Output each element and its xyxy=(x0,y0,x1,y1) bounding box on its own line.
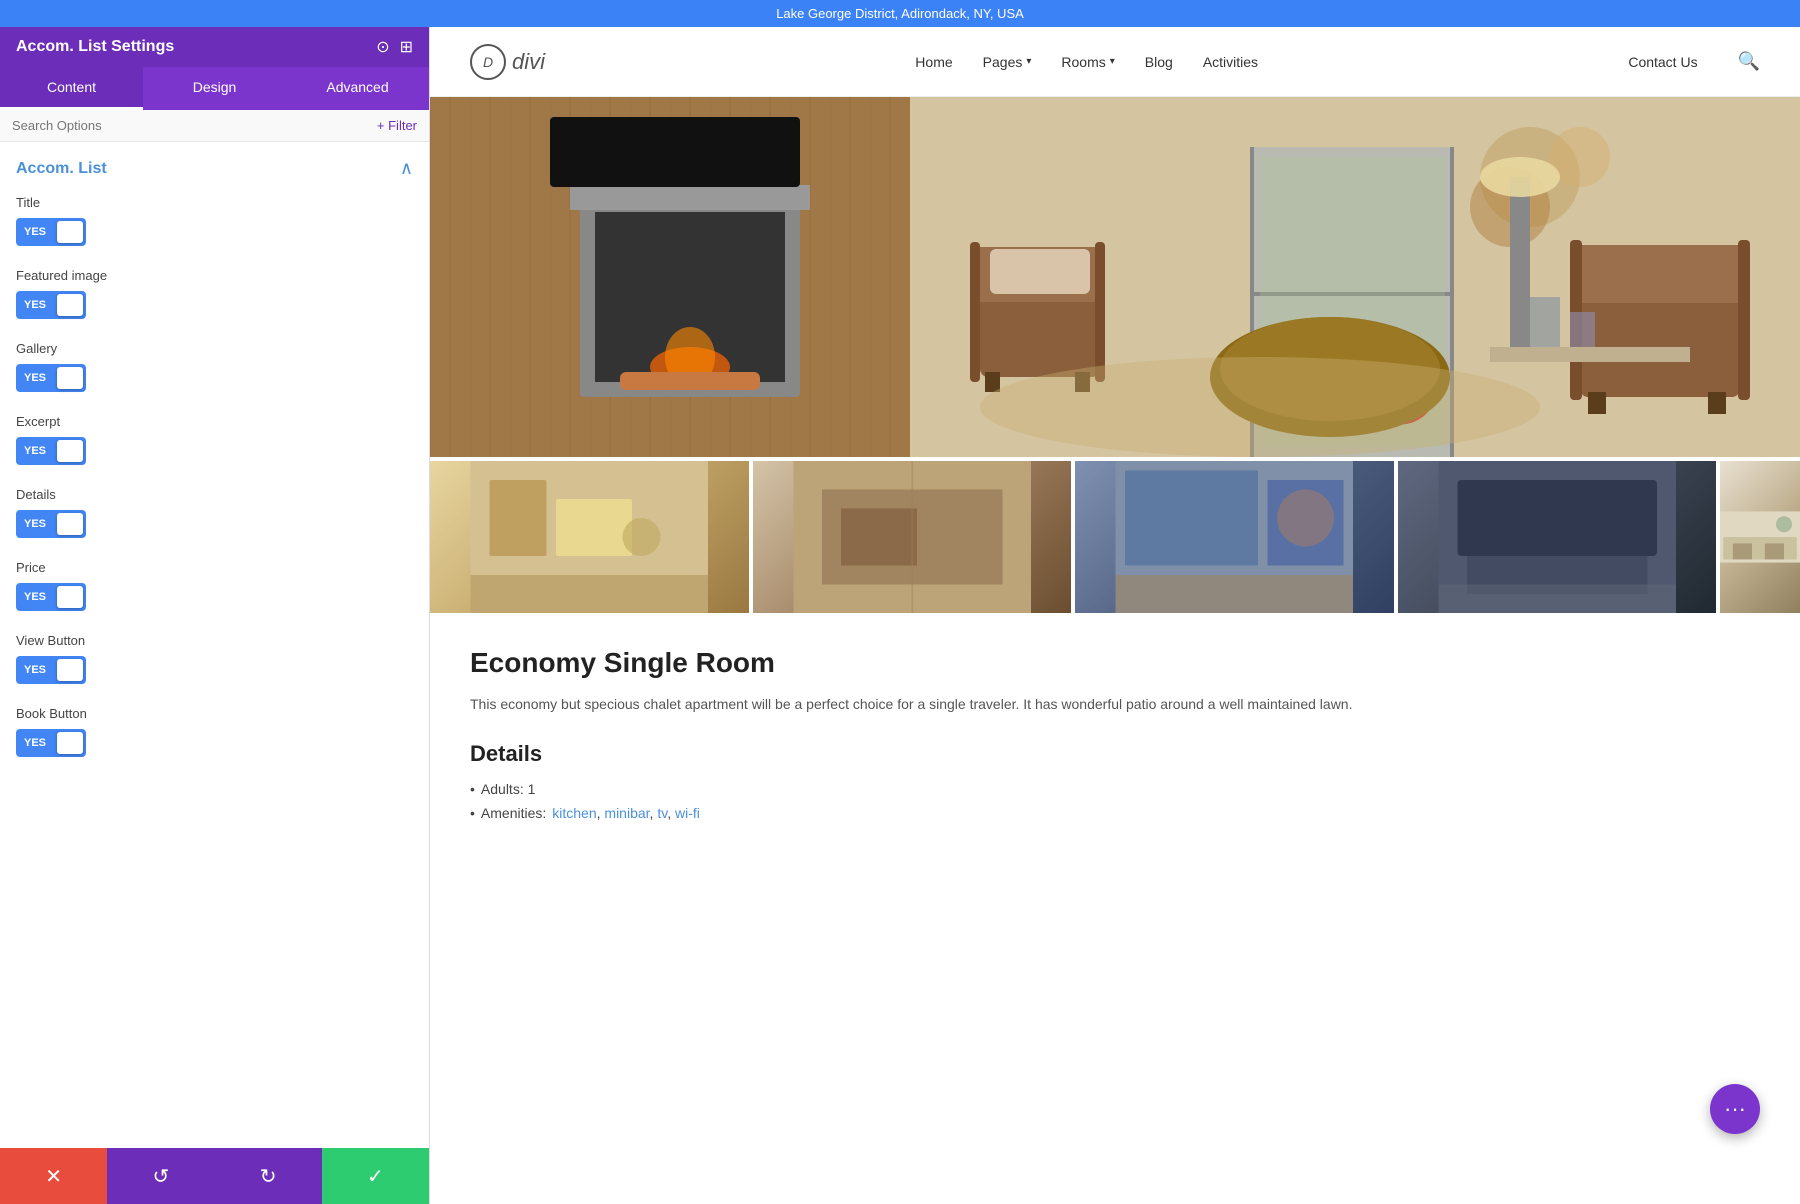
option-gallery: Gallery YES xyxy=(16,341,413,392)
panel-header-icons: ⊙ ⊞ xyxy=(376,37,413,57)
right-panel: D divi Home Pages ▾ Rooms ▾ Blog xyxy=(430,27,1800,1204)
toggle-excerpt-container: YES xyxy=(16,437,413,465)
nav-activities[interactable]: Activities xyxy=(1203,54,1258,70)
panel-header: Accom. List Settings ⊙ ⊞ xyxy=(0,27,429,67)
option-view-button: View Button YES xyxy=(16,633,413,684)
option-excerpt: Excerpt YES xyxy=(16,414,413,465)
site-nav: D divi Home Pages ▾ Rooms ▾ Blog xyxy=(430,27,1800,97)
nav-contact[interactable]: Contact Us xyxy=(1628,54,1697,70)
option-details: Details YES xyxy=(16,487,413,538)
nav-search-icon[interactable]: 🔍 xyxy=(1738,51,1760,72)
search-bar: + Filter xyxy=(0,110,429,142)
toggle-excerpt[interactable]: YES xyxy=(16,437,86,465)
details-title: Details xyxy=(470,741,1760,767)
undo-button[interactable]: ↺ xyxy=(107,1148,214,1204)
toggle-title[interactable]: YES xyxy=(16,218,86,246)
filter-button[interactable]: + Filter xyxy=(377,118,417,133)
toggle-title-container: YES xyxy=(16,218,413,246)
option-book-button-label: Book Button xyxy=(16,706,413,721)
toggle-price[interactable]: YES xyxy=(16,583,86,611)
search-input[interactable] xyxy=(12,118,369,133)
toggle-book-button-container: YES xyxy=(16,729,413,757)
settings-icon[interactable]: ⊙ xyxy=(376,37,389,57)
left-panel: Accom. List Settings ⊙ ⊞ Content Design … xyxy=(0,27,430,1204)
logo-text: divi xyxy=(512,49,545,75)
toggle-gallery-container: YES xyxy=(16,364,413,392)
option-price: Price YES xyxy=(16,560,413,611)
top-bar-text: Lake George District, Adirondack, NY, US… xyxy=(776,6,1024,21)
toggle-book-button-thumb xyxy=(57,732,83,754)
gallery-item-1[interactable] xyxy=(430,461,749,613)
toggle-view-button-container: YES xyxy=(16,656,413,684)
option-book-button: Book Button YES xyxy=(16,706,413,757)
bottom-bar: ✕ ↺ ↻ ✓ xyxy=(0,1148,429,1204)
option-gallery-label: Gallery xyxy=(16,341,413,356)
room-info: Economy Single Room This economy but spe… xyxy=(430,617,1800,859)
rooms-arrow-icon: ▾ xyxy=(1110,56,1115,67)
nav-pages[interactable]: Pages ▾ xyxy=(983,54,1032,70)
panel-tabs: Content Design Advanced xyxy=(0,67,429,110)
toggle-gallery-thumb xyxy=(57,367,83,389)
cancel-button[interactable]: ✕ xyxy=(0,1148,107,1204)
toggle-featured-image[interactable]: YES xyxy=(16,291,86,319)
section-chevron-icon[interactable]: ∧ xyxy=(400,158,413,179)
gallery-item-4[interactable] xyxy=(1398,461,1717,613)
save-button[interactable]: ✓ xyxy=(322,1148,429,1204)
option-featured-image-label: Featured image xyxy=(16,268,413,283)
pages-arrow-icon: ▾ xyxy=(1026,56,1031,67)
toggle-details[interactable]: YES xyxy=(16,510,86,538)
main-image xyxy=(430,97,1800,457)
tab-content[interactable]: Content xyxy=(0,67,143,110)
gallery-item-3[interactable] xyxy=(1075,461,1394,613)
logo-circle: D xyxy=(470,44,506,80)
tab-design[interactable]: Design xyxy=(143,67,286,110)
option-details-label: Details xyxy=(16,487,413,502)
nav-home[interactable]: Home xyxy=(915,54,952,70)
gallery-strip xyxy=(430,457,1800,617)
option-view-button-label: View Button xyxy=(16,633,413,648)
toggle-price-container: YES xyxy=(16,583,413,611)
detail-adults: Adults: 1 xyxy=(470,781,1760,797)
panel-content: Accom. List ∧ Title YES Featured image xyxy=(0,142,429,1148)
room-title: Economy Single Room xyxy=(470,647,1760,679)
section-header: Accom. List ∧ xyxy=(16,158,413,179)
toggle-details-container: YES xyxy=(16,510,413,538)
gallery-item-2[interactable] xyxy=(753,461,1072,613)
redo-button[interactable]: ↻ xyxy=(215,1148,322,1204)
toggle-title-thumb xyxy=(57,221,83,243)
toggle-featured-image-container: YES xyxy=(16,291,413,319)
toggle-view-button-thumb xyxy=(57,659,83,681)
nav-blog[interactable]: Blog xyxy=(1145,54,1173,70)
option-featured-image: Featured image YES xyxy=(16,268,413,319)
amenity-minibar[interactable]: minibar xyxy=(604,805,649,821)
option-title-label: Title xyxy=(16,195,413,210)
toggle-details-thumb xyxy=(57,513,83,535)
amenity-kitchen[interactable]: kitchen xyxy=(552,805,596,821)
layout-icon[interactable]: ⊞ xyxy=(400,37,413,57)
toggle-excerpt-thumb xyxy=(57,440,83,462)
site-logo: D divi xyxy=(470,44,545,80)
top-bar: Lake George District, Adirondack, NY, US… xyxy=(0,0,1800,27)
toggle-gallery[interactable]: YES xyxy=(16,364,86,392)
panel-title: Accom. List Settings xyxy=(16,38,174,56)
detail-amenities: Amenities: kitchen, minibar, tv, wi-fi xyxy=(470,805,1760,821)
toggle-price-thumb xyxy=(57,586,83,608)
toggle-featured-image-thumb xyxy=(57,294,83,316)
tab-advanced[interactable]: Advanced xyxy=(286,67,429,110)
toggle-view-button[interactable]: YES xyxy=(16,656,86,684)
amenity-tv[interactable]: tv xyxy=(657,805,667,821)
fab-button[interactable]: ··· xyxy=(1710,1084,1760,1134)
nav-items: Home Pages ▾ Rooms ▾ Blog Activities xyxy=(585,54,1588,70)
nav-rooms[interactable]: Rooms ▾ xyxy=(1061,54,1114,70)
section-title: Accom. List xyxy=(16,160,107,178)
option-title: Title YES xyxy=(16,195,413,246)
preview-content: Economy Single Room This economy but spe… xyxy=(430,97,1800,859)
option-price-label: Price xyxy=(16,560,413,575)
option-excerpt-label: Excerpt xyxy=(16,414,413,429)
gallery-item-5[interactable] xyxy=(1720,461,1800,613)
amenity-wifi[interactable]: wi-fi xyxy=(675,805,700,821)
room-excerpt: This economy but specious chalet apartme… xyxy=(470,693,1760,717)
toggle-book-button[interactable]: YES xyxy=(16,729,86,757)
